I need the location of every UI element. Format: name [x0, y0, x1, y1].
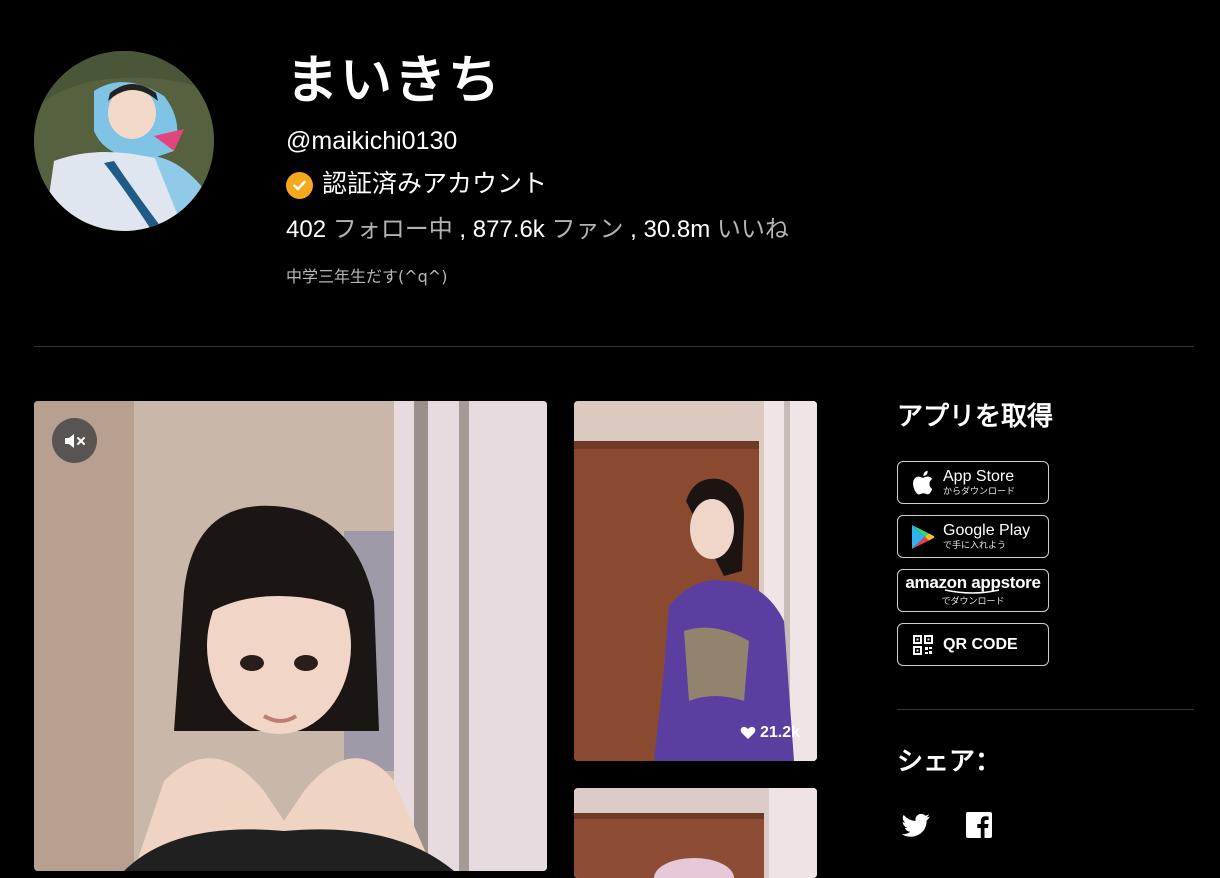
fans-count: 877.6k [472, 216, 545, 243]
fans-label: ファン [551, 215, 624, 243]
video-thumbnail[interactable] [574, 788, 817, 878]
heart-icon [740, 726, 756, 739]
app-store-button[interactable]: App Store からダウンロード [897, 461, 1049, 504]
likes-count: 30.8m [643, 216, 711, 243]
amazon-appstore-sublabel: でダウンロード [941, 597, 1005, 607]
google-play-button[interactable]: Google Play で手に入れよう [897, 515, 1049, 558]
twitter-icon [901, 813, 930, 837]
amazon-smile-icon [944, 589, 1000, 594]
verified-badge: 認証済みアカウント [286, 168, 547, 200]
qr-code-icon [910, 632, 936, 658]
stats-separator: , [452, 216, 473, 243]
qr-code-label: QR CODE [943, 635, 1018, 653]
facebook-share-button[interactable] [962, 808, 996, 842]
qr-code-button[interactable]: QR CODE [897, 623, 1049, 666]
profile-stats: 402 フォロー中 , 877.6k ファン , 30.8m いいね [286, 212, 789, 247]
profile-avatar [34, 51, 214, 231]
facebook-icon [966, 812, 992, 838]
mute-toggle-button[interactable] [52, 418, 97, 463]
following-label: フォロー中 [332, 215, 453, 243]
video-thumbnail[interactable] [574, 401, 817, 761]
video-likes: 21.2k [740, 724, 800, 742]
apple-icon [910, 470, 936, 496]
likes-label: いいね [716, 215, 789, 243]
get-app-title: アプリを取得 [897, 402, 1054, 432]
stats-separator: , [623, 216, 644, 243]
main-video-player[interactable] [34, 401, 547, 871]
header-divider [34, 346, 1194, 347]
video-likes-count: 21.2k [760, 724, 801, 741]
google-play-icon [910, 524, 936, 550]
google-play-label: Google Play [943, 521, 1031, 539]
app-store-label: App Store [943, 467, 1015, 485]
google-play-sublabel: で手に入れよう [943, 540, 1007, 551]
speaker-muted-icon [64, 433, 85, 448]
verified-check-icon [286, 172, 313, 199]
profile-display-name: まいきち [286, 51, 503, 111]
profile-bio: 中学三年生だす(^q^) [286, 267, 448, 286]
following-count: 402 [286, 216, 327, 243]
twitter-share-button[interactable] [898, 808, 932, 842]
amazon-appstore-button[interactable]: amazon appstore でダウンロード [897, 569, 1049, 612]
share-title: シェア： [897, 747, 1002, 777]
profile-username: @maikichi0130 [286, 127, 458, 155]
verified-label: 認証済みアカウント [322, 169, 548, 198]
app-store-sublabel: からダウンロード [943, 486, 1016, 497]
sidebar-divider [897, 709, 1194, 710]
